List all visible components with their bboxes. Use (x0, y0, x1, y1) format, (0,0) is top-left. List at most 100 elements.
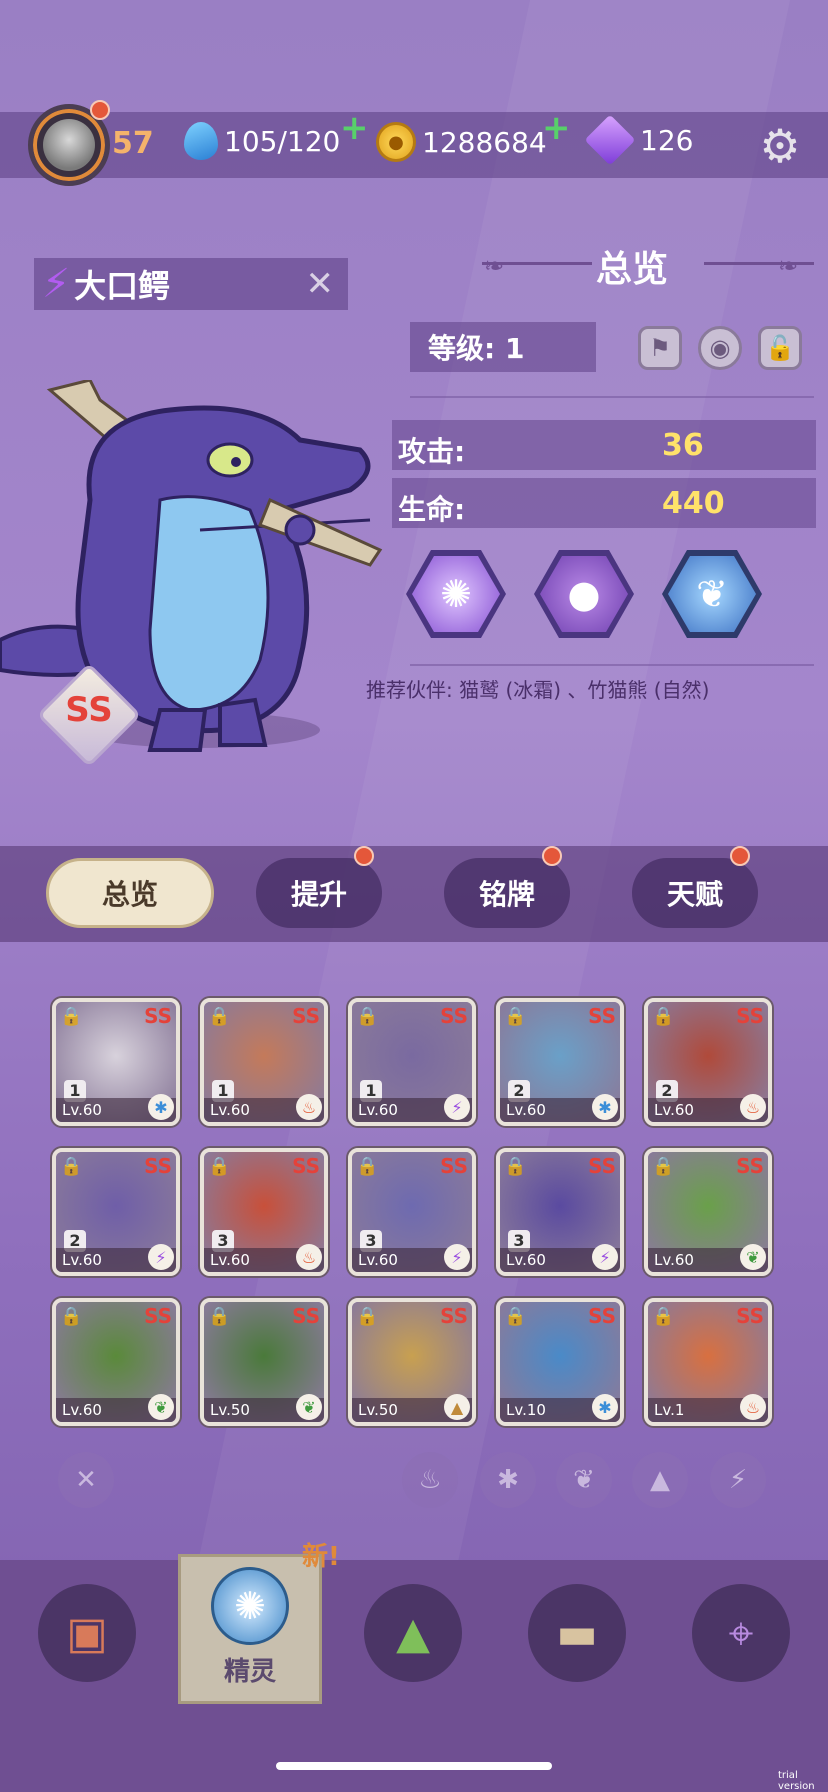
fire-element-icon: ♨ (296, 1244, 322, 1270)
watermark: trial version (778, 1770, 815, 1792)
gem-icon (584, 114, 636, 166)
fire-filter-icon[interactable]: ♨ (402, 1452, 458, 1508)
spirit-card[interactable]: 🔒 SS Lv.50 ❦ (200, 1298, 328, 1426)
nav-spirit-label: 精灵 (223, 1657, 276, 1687)
rank-badge-label: SS (65, 690, 113, 730)
fire-element-icon: ♨ (740, 1394, 766, 1420)
divider (410, 396, 814, 398)
tab-overview[interactable]: 总览 (46, 858, 214, 928)
card-rank: SS (292, 1004, 320, 1028)
spirit-card[interactable]: 🔒 SS 3 Lv.60 ⚡ (348, 1148, 476, 1276)
spirit-card[interactable]: 🔒 SS 1 Lv.60 ⚡ (348, 998, 476, 1126)
spirit-card[interactable]: 🔒 SS 3 Lv.60 ⚡ (496, 1148, 624, 1276)
settings-gear-icon[interactable]: ⚙ (756, 119, 804, 173)
recommended-partners: 推荐伙伴: 猫鹫 (冰霜) 、竹猫熊 (自然) (366, 678, 710, 702)
lock-icon: 🔒 (652, 1306, 675, 1327)
spirit-card[interactable]: 🔒 SS 2 Lv.60 ✱ (496, 998, 624, 1126)
ornament-left-icon: ❧ (484, 252, 505, 280)
clear-filter-icon[interactable]: ✕ (58, 1452, 114, 1508)
ice-element-icon: ✱ (592, 1394, 618, 1420)
talent-notification-dot (730, 846, 750, 866)
tab-upgrade[interactable]: 提升 (256, 858, 382, 928)
lock-icon: 🔒 (208, 1156, 231, 1177)
attack-row: 攻击: 36 (392, 420, 816, 470)
thunder-filter-icon[interactable]: ⚡ (710, 1452, 766, 1508)
spirit-card[interactable]: 🔒 SS 1 Lv.60 ♨ (200, 998, 328, 1126)
fire-element-icon: ♨ (740, 1094, 766, 1120)
spirit-card[interactable]: 🔒 SS Lv.50 ▲ (348, 1298, 476, 1426)
hp-label: 生命: (398, 493, 466, 526)
card-rank: SS (292, 1304, 320, 1328)
spirit-card[interactable]: 🔒 SS 1 Lv.60 ✱ (52, 998, 180, 1126)
card-rank: SS (588, 1004, 616, 1028)
panel-title: 总览 (596, 249, 669, 290)
level-label: 等级: 1 (428, 332, 525, 365)
tab-talent[interactable]: 天赋 (632, 858, 758, 928)
lock-icon: 🔒 (504, 1306, 527, 1327)
nav-shop-icon[interactable]: ▣ (38, 1584, 136, 1682)
gem-display: 126 (584, 114, 693, 166)
paw-coin-icon: ● (376, 122, 416, 162)
ornament-right-icon: ❧ (778, 252, 799, 280)
nav-chest-icon[interactable]: ▬ (528, 1584, 626, 1682)
earth-filter-icon[interactable]: ▲ (632, 1452, 688, 1508)
spirit-level: 等级: 1 (410, 322, 596, 372)
card-rank: SS (144, 1304, 172, 1328)
thunder-element-icon: ⚡ (444, 1244, 470, 1270)
spirit-card[interactable]: 🔒 SS Lv.10 ✱ (496, 1298, 624, 1426)
stamina-value: 105/120 (224, 124, 341, 158)
ice-element-icon: ✱ (148, 1094, 174, 1120)
lock-icon: 🔒 (356, 1006, 379, 1027)
add-stamina-button[interactable]: + (340, 108, 369, 148)
earth-element-icon: ▲ (444, 1394, 470, 1420)
hp-value: 440 (662, 486, 725, 521)
nav-adventure-icon[interactable]: ▲ (364, 1584, 462, 1682)
spirit-card[interactable]: 🔒 SS Lv.60 ❦ (644, 1148, 772, 1276)
ice-filter-icon[interactable]: ✱ (480, 1452, 536, 1508)
nature-element-icon: ❦ (740, 1244, 766, 1270)
circle-button[interactable]: ◉ (698, 326, 742, 370)
player-level: 57 (112, 126, 154, 161)
card-rank: SS (144, 1154, 172, 1178)
card-rank: SS (736, 1154, 764, 1178)
nature-element-icon: ❦ (148, 1394, 174, 1420)
thunder-element-icon: ⚡ (444, 1094, 470, 1120)
attack-label: 攻击: (398, 435, 466, 468)
lock-icon: 🔒 (652, 1006, 675, 1027)
nav-spirit[interactable]: ✺ 精灵 (178, 1554, 322, 1704)
nameplate-notification-dot (542, 846, 562, 866)
avatar-notification-dot (90, 100, 110, 120)
thunder-element-icon: ⚡ (148, 1244, 174, 1270)
nature-element-icon: ❦ (296, 1394, 322, 1420)
spirit-card[interactable]: 🔒 SS 2 Lv.60 ♨ (644, 998, 772, 1126)
lock-icon: 🔒 (504, 1006, 527, 1027)
spirit-card[interactable]: 🔒 SS Lv.60 ❦ (52, 1298, 180, 1426)
upgrade-notification-dot (354, 846, 374, 866)
stamina-display: 105/120 (184, 122, 340, 160)
tab-nameplate[interactable]: 铭牌 (444, 858, 570, 928)
flag-button[interactable]: ⚑ (638, 326, 682, 370)
card-rank: SS (440, 1154, 468, 1178)
lock-icon: 🔒 (356, 1156, 379, 1177)
gold-display: ● 1288684 (376, 122, 547, 162)
card-rank: SS (588, 1304, 616, 1328)
spirit-card[interactable]: 🔒 SS 2 Lv.60 ⚡ (52, 1148, 180, 1276)
nav-map-pin-icon[interactable]: ⌖ (692, 1584, 790, 1682)
water-drop-icon (184, 122, 218, 160)
home-indicator (276, 1762, 552, 1770)
avatar-portrait (43, 119, 95, 171)
attack-value: 36 (662, 428, 704, 463)
close-icon[interactable]: ✕ (306, 264, 335, 304)
spirit-card[interactable]: 🔒 SS 3 Lv.60 ♨ (200, 1148, 328, 1276)
lock-icon: 🔒 (356, 1306, 379, 1327)
card-rank: SS (736, 1304, 764, 1328)
add-gold-button[interactable]: + (542, 108, 571, 148)
nature-filter-icon[interactable]: ❦ (556, 1452, 612, 1508)
spirit-card[interactable]: 🔒 SS Lv.1 ♨ (644, 1298, 772, 1426)
thunder-element-icon: ⚡ (592, 1244, 618, 1270)
ice-element-icon: ✱ (592, 1094, 618, 1120)
card-rank: SS (736, 1004, 764, 1028)
lock-icon: 🔒 (208, 1306, 231, 1327)
unlock-icon[interactable]: 🔓 (758, 326, 802, 370)
spirit-name: 大口鳄 (74, 267, 171, 305)
